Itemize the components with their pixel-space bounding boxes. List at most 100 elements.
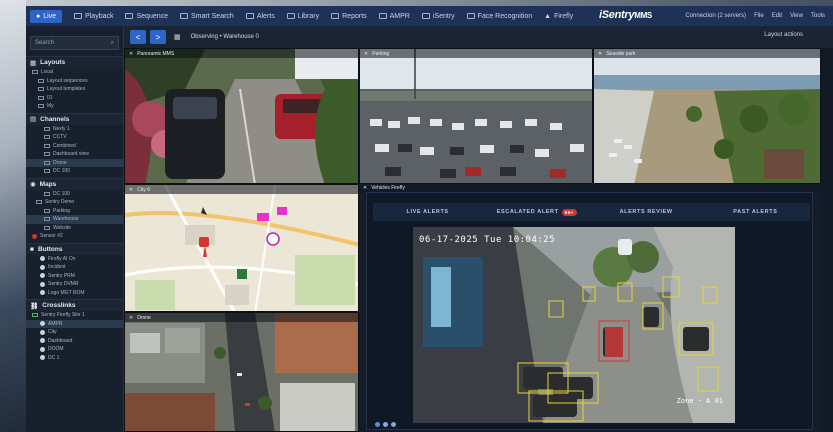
menu-edit[interactable]: Edit xyxy=(772,13,782,19)
tree-item[interactable]: Dashboard xyxy=(26,337,123,346)
menu-live[interactable]: ● Live xyxy=(30,9,63,23)
map-icon xyxy=(44,208,50,213)
section-maps[interactable]: ◉ Maps xyxy=(26,177,123,190)
tree-item[interactable]: DC 100 xyxy=(26,167,123,176)
layout-icon xyxy=(38,104,44,109)
video-tile-panoramic[interactable]: ✕ Panoramic MMS xyxy=(124,48,359,184)
menubar: ● Live Playback Sequence Smart Search Ale… xyxy=(26,6,833,26)
close-icon[interactable]: ✕ xyxy=(364,51,368,57)
tree-item[interactable]: Logo MGT ROM xyxy=(26,289,123,298)
menu-ampr[interactable]: AMPR xyxy=(373,13,416,20)
video-tile-parking[interactable]: ✕ Parking xyxy=(359,48,593,184)
section-crosslinks[interactable]: ⛓ Crosslinks xyxy=(26,299,123,311)
tree-item[interactable]: Sensor #2 xyxy=(26,232,123,241)
alert-pagination xyxy=(367,419,814,429)
map-tile-city[interactable]: ✕ City 6 xyxy=(124,184,359,312)
menu-view[interactable]: View xyxy=(790,13,803,19)
link-icon xyxy=(40,355,45,361)
section-channels[interactable]: ▤ Channels xyxy=(26,112,123,125)
menu-library[interactable]: Library xyxy=(281,13,325,20)
menu-alerts[interactable]: Alerts xyxy=(240,13,281,20)
sidebar: Search ⌕ ▦ Layouts Local Layout sequences… xyxy=(26,26,124,432)
channel-icon xyxy=(44,135,50,140)
tab-past-alerts[interactable]: PAST ALERTS xyxy=(701,209,810,215)
tree-item[interactable]: Sentry PRM xyxy=(26,272,123,281)
forward-button[interactable]: > xyxy=(150,30,166,44)
connection-status[interactable]: Connection (2 servers) xyxy=(685,13,746,19)
tree-item[interactable]: DOOM xyxy=(26,345,123,354)
alert-video-feed[interactable]: 06-17-2025 Tue 10:04:25 Zone - A 01 xyxy=(413,227,735,423)
button-icon xyxy=(40,264,45,270)
video-timestamp: 06-17-2025 Tue 10:04:25 xyxy=(419,235,556,245)
button-icon xyxy=(40,256,45,262)
tree-item[interactable]: Sentry Firefly Site 1 xyxy=(26,311,123,320)
tree-item[interactable]: Parking xyxy=(26,207,123,216)
tree-item-selected[interactable]: AMPR xyxy=(26,319,123,328)
menu-tools[interactable]: Tools xyxy=(811,13,825,19)
button-icon xyxy=(40,273,45,279)
face-recognition-icon xyxy=(466,13,475,19)
alert-panel: LIVE ALERTS ESCALATED ALERT 99+ ALERTS RE… xyxy=(366,192,813,430)
channel-icon xyxy=(44,126,50,131)
tree-item[interactable]: DC 1 xyxy=(26,354,123,363)
tree-item[interactable]: Website xyxy=(26,224,123,233)
menu-reports[interactable]: Reports xyxy=(325,13,373,20)
alerts-icon xyxy=(245,13,254,19)
close-icon[interactable]: ✕ xyxy=(598,51,602,57)
tree-item-selected[interactable]: Warehouse xyxy=(26,215,123,224)
tree-item[interactable]: Layout templates xyxy=(26,85,123,94)
tree-item[interactable]: Layout sequences xyxy=(26,77,123,86)
tab-escalated-alert[interactable]: ESCALATED ALERT 99+ xyxy=(482,208,591,216)
menu-file[interactable]: File xyxy=(754,13,764,19)
section-buttons[interactable]: ■ Buttons xyxy=(26,242,123,255)
tree-item[interactable]: CCTV xyxy=(26,133,123,142)
tree-item-selected[interactable]: Drone xyxy=(26,158,123,167)
smart-search-icon xyxy=(180,13,189,19)
tree-item[interactable]: My xyxy=(26,102,123,111)
folder-icon xyxy=(38,87,44,92)
tree-item[interactable]: Sentry DVMR xyxy=(26,280,123,289)
menu-isentry[interactable]: iSentry xyxy=(416,13,461,20)
tab-alerts-review[interactable]: ALERTS REVIEW xyxy=(592,209,701,215)
maps-icon: ◉ xyxy=(30,181,36,188)
menu-sequence[interactable]: Sequence xyxy=(119,13,174,20)
menu-firefly[interactable]: ▲ Firefly xyxy=(538,13,579,20)
page-dot[interactable] xyxy=(383,421,388,427)
close-icon[interactable]: ✕ xyxy=(129,51,133,57)
tree-item[interactable]: DC 100 xyxy=(26,190,123,199)
layout-actions-menu[interactable]: Layout actions xyxy=(764,32,803,38)
tree-item[interactable]: City xyxy=(26,328,123,337)
link-icon xyxy=(40,329,45,335)
tree-item[interactable]: Incident xyxy=(26,263,123,272)
back-button[interactable]: < xyxy=(130,30,146,44)
layouts-icon: ▦ xyxy=(30,59,37,67)
tree-item[interactable]: 01 xyxy=(26,94,123,103)
page-dot[interactable] xyxy=(391,421,396,427)
tab-live-alerts[interactable]: LIVE ALERTS xyxy=(373,209,482,215)
video-tile-drone[interactable]: ✕ Drone xyxy=(124,312,359,432)
tree-item[interactable]: Firefly AI On xyxy=(26,255,123,264)
page-dot[interactable] xyxy=(375,421,380,427)
tree-item[interactable]: Local xyxy=(26,68,123,77)
camera-feed-seaside xyxy=(594,49,820,183)
section-layouts[interactable]: ▦ Layouts xyxy=(26,56,123,68)
tree-item[interactable]: Nexly 1 xyxy=(26,125,123,134)
menu-smart-search[interactable]: Smart Search xyxy=(174,13,240,20)
button-icon xyxy=(40,290,45,296)
search-input[interactable]: Search ⌕ xyxy=(30,36,119,50)
menu-face-recognition[interactable]: Face Recognition xyxy=(461,13,538,20)
tree-item[interactable]: Combined xyxy=(26,142,123,151)
menu-playback[interactable]: Playback xyxy=(68,13,119,20)
close-icon[interactable]: ✕ xyxy=(363,185,367,191)
right-menu: Connection (2 servers) File Edit View To… xyxy=(685,6,825,26)
camera-feed-drone xyxy=(125,313,358,431)
video-tile-seaside[interactable]: ✕ Seaside park xyxy=(593,48,821,184)
tree-item[interactable]: Sentry Demo xyxy=(26,198,123,207)
close-icon[interactable]: ✕ xyxy=(129,187,133,193)
tree-item[interactable]: Dashboard view xyxy=(26,150,123,159)
channel-icon xyxy=(44,152,50,157)
camera-feed-street-detections xyxy=(413,227,735,423)
map-icon xyxy=(44,225,50,230)
city-map xyxy=(125,185,358,311)
close-icon[interactable]: ✕ xyxy=(129,315,133,321)
